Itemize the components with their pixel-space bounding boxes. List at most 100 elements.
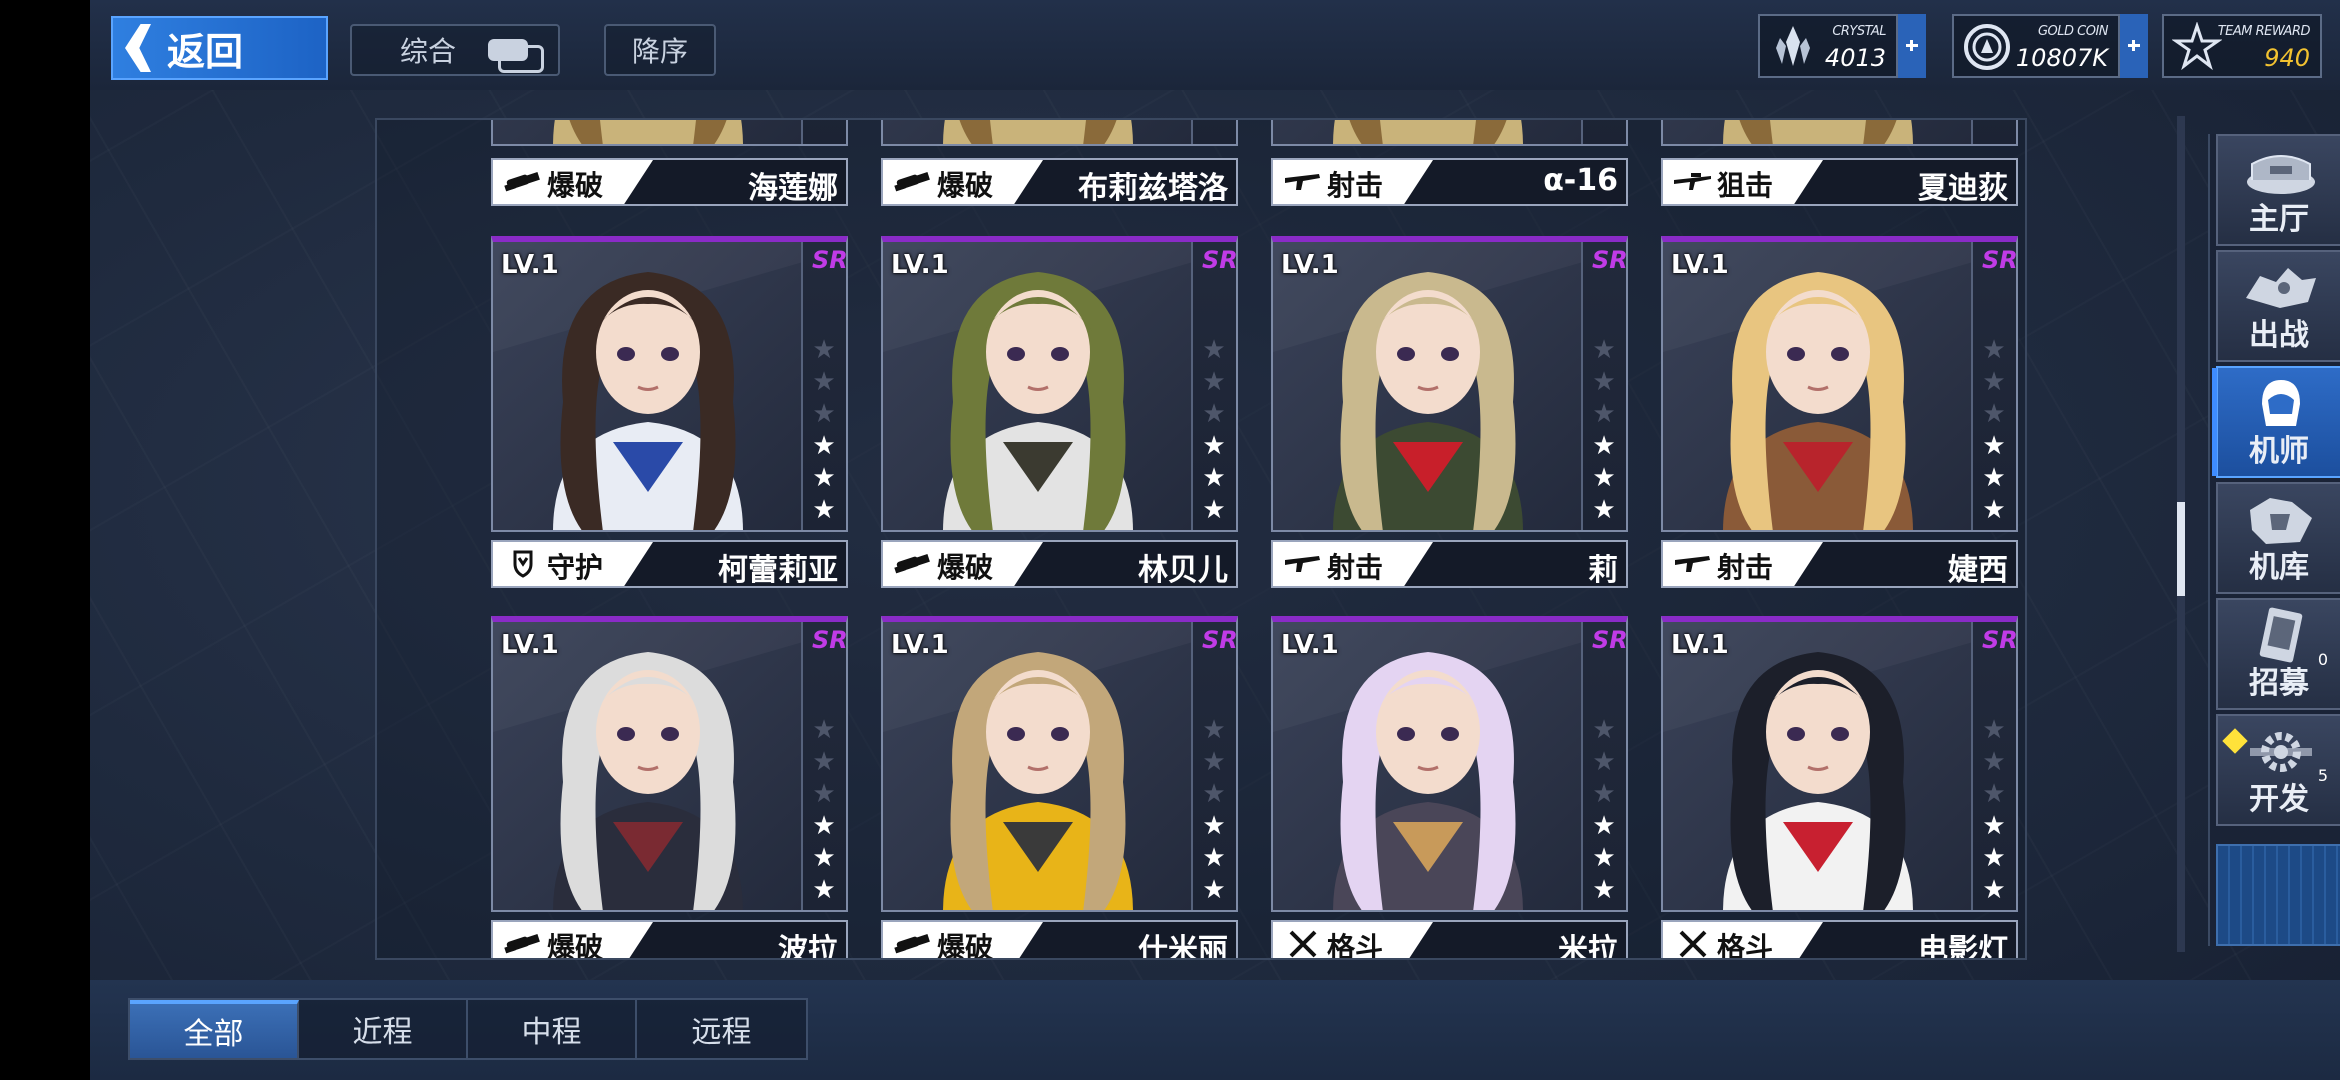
chevron-left-icon: [113, 18, 163, 78]
star-icon: ★: [1202, 431, 1226, 461]
shield-icon: [503, 550, 543, 578]
side-nav-item[interactable]: 5 开发: [2216, 714, 2340, 826]
game-screen: 返回 综合 降序 CRYSTAL 4013 GOLD COIN 10807K T…: [90, 0, 2340, 1080]
star-icon: ★: [1202, 399, 1226, 429]
star-icon: ★: [1982, 875, 2006, 905]
sort-mode-button[interactable]: 综合: [350, 24, 560, 76]
star-icon: ★: [1202, 463, 1226, 493]
role-label: 格斗: [1327, 931, 1384, 960]
pilot-art: [1273, 242, 1583, 530]
role-label: 射击: [1717, 551, 1774, 584]
range-tab[interactable]: 远程: [637, 1000, 806, 1058]
side-nav-item[interactable]: 出战: [2216, 250, 2340, 362]
range-tab[interactable]: 中程: [468, 1000, 637, 1058]
rifle-icon: [1283, 168, 1323, 196]
pilot-portrait: [1661, 120, 2018, 146]
sort-order-label: 降序: [631, 35, 688, 68]
pilot-label-bar: 爆破 什米丽: [881, 920, 1238, 960]
sort-mode-label: 综合: [400, 35, 457, 68]
rarity-badge: SR: [1202, 626, 1238, 654]
pilot-name: 海莲娜: [748, 171, 838, 206]
explosive-icon: [893, 930, 933, 958]
star-icon: ★: [812, 335, 836, 365]
star-icon: ★: [1202, 495, 1226, 525]
role-label: 爆破: [547, 931, 604, 960]
star-icon: ★: [812, 367, 836, 397]
pilot-name: 什米丽: [1138, 933, 1228, 960]
pilot-portrait: LV.1 SR ★ ★ ★ ★ ★ ★: [491, 616, 848, 912]
side-nav-item[interactable]: 主厅: [2216, 134, 2340, 246]
star-icon: ★: [1982, 811, 2006, 841]
star-icon: ★: [1202, 335, 1226, 365]
pilot-label-bar: 射击 α-16: [1271, 158, 1628, 206]
gold-coin-value: 10807K: [2015, 44, 2108, 72]
explosive-icon: [503, 930, 543, 958]
pilot-name: 夏迪荻: [1918, 171, 2008, 206]
star-icon: ★: [1592, 843, 1616, 873]
side-nav-item[interactable]: 机师: [2212, 366, 2340, 478]
pilot-icon: [2240, 374, 2322, 434]
range-tab[interactable]: 近程: [299, 1000, 468, 1058]
side-nav-item[interactable]: 机库: [2216, 482, 2340, 594]
pilot-name: 布莉兹塔洛: [1078, 171, 1228, 206]
star-icon: ★: [1592, 399, 1616, 429]
side-nav: 主厅 出战 机师 机库 0 招募 5 开发: [2208, 134, 2340, 946]
role-label: 爆破: [937, 931, 994, 960]
star-icon: ★: [1592, 335, 1616, 365]
pilot-level: LV.1: [891, 630, 949, 660]
pilot-grid[interactable]: 爆破 海莲娜 爆破 布莉兹塔洛 射击 α-16 狙击 夏迪荻 LV.1 SR ★…: [375, 118, 2027, 960]
back-button[interactable]: 返回: [111, 16, 328, 80]
explosive-icon: [893, 550, 933, 578]
star-icon: ★: [1202, 747, 1226, 777]
star-icon: ★: [1592, 715, 1616, 745]
pilot-level: LV.1: [1281, 630, 1339, 660]
range-tab[interactable]: 全部: [130, 1000, 299, 1058]
hangar-icon: [2240, 490, 2322, 550]
star-icon: ★: [1592, 431, 1616, 461]
star-icon: ★: [812, 463, 836, 493]
role-label: 狙击: [1717, 169, 1774, 202]
rarity-badge: SR: [1202, 246, 1238, 274]
star-icon: ★: [1202, 875, 1226, 905]
explosive-icon: [893, 168, 933, 196]
pilot-level: LV.1: [1671, 250, 1729, 280]
rarity-badge: SR: [812, 626, 848, 654]
grid-scrollbar[interactable]: [2177, 116, 2185, 952]
star-icon: ★: [1982, 335, 2006, 365]
pilot-name: 柯蕾莉亚: [718, 553, 838, 588]
pilot-label-bar: 爆破 波拉: [491, 920, 848, 960]
star-icon: ★: [1982, 399, 2006, 429]
rarity-badge: SR: [1592, 626, 1628, 654]
minimap-thumbnail[interactable]: [2216, 844, 2340, 946]
star-icon: ★: [812, 779, 836, 809]
star-rating: ★ ★ ★ ★ ★ ★: [1202, 334, 1226, 526]
scrollbar-thumb[interactable]: [2177, 502, 2185, 596]
add-gold-button[interactable]: [2120, 14, 2148, 78]
rarity-badge: SR: [1592, 246, 1628, 274]
team-reward-star-icon: [2172, 22, 2222, 71]
pilot-label-bar: 格斗 电影灯: [1661, 920, 2018, 960]
star-icon: ★: [812, 715, 836, 745]
pilot-name: 电影灯: [1918, 933, 2008, 960]
rarity-badge: SR: [812, 246, 848, 274]
star-icon: ★: [1592, 463, 1616, 493]
pilot-portrait: LV.1 SR ★ ★ ★ ★ ★ ★: [881, 616, 1238, 912]
crystal-value: 4013: [1824, 44, 1886, 72]
pilot-art: [1273, 622, 1583, 910]
team-reward-value: 940: [2264, 44, 2310, 72]
pilot-portrait: [1271, 120, 1628, 146]
star-icon: ★: [1982, 715, 2006, 745]
pilot-level: LV.1: [501, 630, 559, 660]
pilot-label-bar: 爆破 布莉兹塔洛: [881, 158, 1238, 206]
team-reward-counter: TEAM REWARD 940: [2162, 14, 2322, 78]
crystal-counter: CRYSTAL 4013: [1758, 14, 1926, 78]
gold-coin-icon: [1964, 24, 2010, 70]
pilot-name: α-16: [1543, 163, 1618, 198]
side-nav-item[interactable]: 0 招募: [2216, 598, 2340, 710]
add-crystal-button[interactable]: [1898, 14, 1926, 78]
star-icon: ★: [1202, 779, 1226, 809]
role-label: 爆破: [937, 551, 994, 584]
star-rating: ★ ★ ★ ★ ★ ★: [812, 714, 836, 906]
pilot-art: [493, 242, 803, 530]
sort-order-button[interactable]: 降序: [604, 24, 716, 76]
